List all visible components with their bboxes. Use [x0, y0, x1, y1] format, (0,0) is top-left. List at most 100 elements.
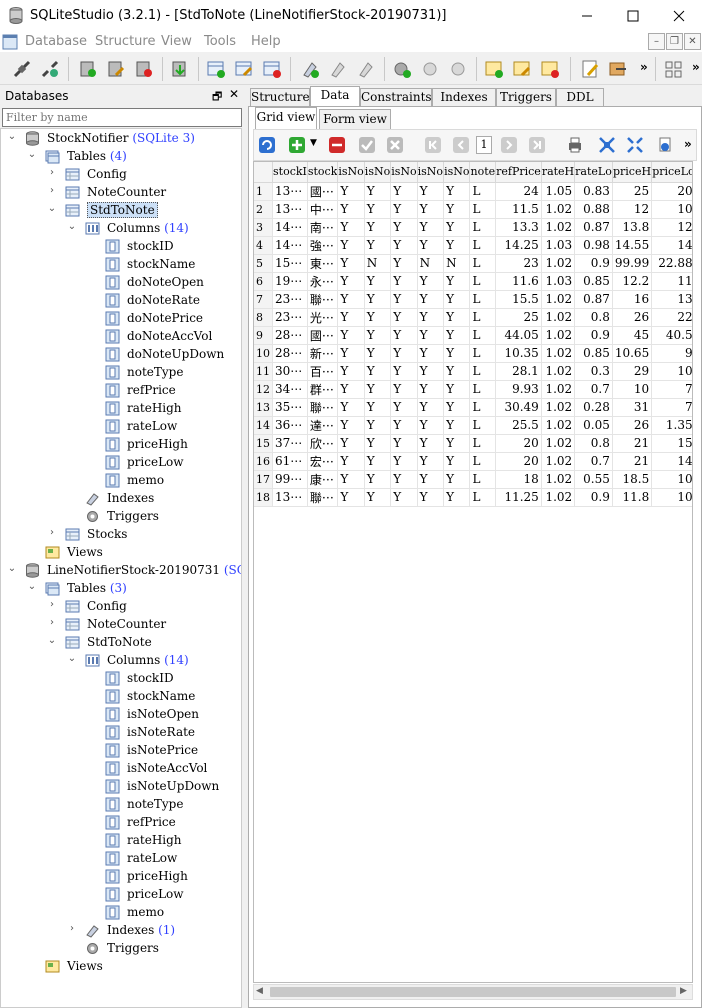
table-cell[interactable]: 12	[612, 200, 653, 219]
table-cell[interactable]: 10.35	[495, 344, 542, 363]
table-row[interactable]: 15 37⋯ 欣⋯ Y Y Y Y Y L 20 1.02 0.8 21 15	[254, 434, 692, 453]
table-cell[interactable]: N	[364, 254, 392, 273]
table-cell[interactable]: 11	[651, 272, 692, 291]
import-icon[interactable]	[170, 59, 190, 79]
tree-item[interactable]: isNoteRate	[1, 723, 241, 741]
mdi-close-button[interactable]: ✕	[684, 33, 701, 50]
tree-item[interactable]: refPrice	[1, 813, 241, 831]
table-cell[interactable]: 30.49	[495, 398, 542, 417]
table-cell[interactable]: 9	[651, 344, 692, 363]
tree-item[interactable]: memo	[1, 471, 241, 489]
filter-data-icon[interactable]	[656, 136, 674, 154]
tab-form-view[interactable]: Form view	[319, 109, 391, 129]
table-cell[interactable]: 強⋯	[307, 236, 339, 255]
table-cell[interactable]: Y	[417, 308, 445, 327]
tree-item[interactable]: rateLow	[1, 417, 241, 435]
table-cell[interactable]: Y	[364, 398, 392, 417]
table-cell[interactable]: 36⋯	[272, 416, 308, 435]
table-cell[interactable]: 宏⋯	[307, 452, 339, 471]
table-cell[interactable]: 15⋯	[272, 254, 308, 273]
table-row[interactable]: 12 34⋯ 群⋯ Y Y Y Y Y L 9.93 1.02 0.7 10 7	[254, 380, 692, 399]
table-cell[interactable]: 0.28	[574, 398, 613, 417]
tree-item[interactable]: ⌄ Columns (14)	[1, 219, 241, 237]
table-cell[interactable]: 1.02	[541, 470, 576, 489]
edit-index-icon[interactable]	[328, 59, 348, 79]
table-cell[interactable]: 99⋯	[272, 470, 308, 489]
table-cell[interactable]: Y	[364, 434, 392, 453]
table-row[interactable]: 18 13⋯ 聯⋯ Y Y Y Y Y L 11.25 1.02 0.9 11.8 10	[254, 488, 692, 507]
menu-database[interactable]: Database	[25, 34, 87, 49]
table-cell[interactable]: Y	[364, 272, 392, 291]
table-cell[interactable]: L	[469, 452, 497, 471]
tree-item[interactable]: stockID	[1, 237, 241, 255]
tree-item[interactable]: Triggers	[1, 507, 241, 525]
horizontal-scrollbar[interactable]: ◀ ▶	[253, 984, 693, 1000]
menu-view[interactable]: View	[161, 34, 192, 49]
table-cell[interactable]: 23⋯	[272, 290, 308, 309]
table-row[interactable]: 3 14⋯ 南⋯ Y Y Y Y Y L 13.3 1.02 0.87 13.8 12	[254, 218, 692, 237]
row-number[interactable]: 11	[254, 362, 273, 381]
table-cell[interactable]: Y	[443, 272, 471, 291]
table-row[interactable]: 14 36⋯ 達⋯ Y Y Y Y Y L 25.5 1.02 0.05 26 1.35	[254, 416, 692, 435]
table-cell[interactable]: 聯⋯	[307, 290, 339, 309]
expand-arrow-icon[interactable]: ›	[47, 528, 57, 538]
table-cell[interactable]: 15	[651, 434, 692, 453]
column-header[interactable]: stock	[307, 162, 339, 183]
table-cell[interactable]: Y	[390, 488, 418, 507]
table-cell[interactable]: 13	[651, 290, 692, 309]
table-cell[interactable]: 達⋯	[307, 416, 339, 435]
insert-dropdown-icon[interactable]: ▼	[310, 138, 317, 148]
table-cell[interactable]: 0.05	[574, 416, 613, 435]
insert-row-icon[interactable]	[288, 136, 306, 154]
table-cell[interactable]: 1.02	[541, 308, 576, 327]
table-cell[interactable]: 0.83	[574, 182, 613, 201]
table-cell[interactable]: Y	[390, 218, 418, 237]
collapse-arrow-icon[interactable]: ⌄	[67, 654, 77, 664]
minimize-button[interactable]	[564, 0, 610, 32]
table-cell[interactable]: Y	[337, 452, 365, 471]
table-cell[interactable]: 南⋯	[307, 218, 339, 237]
row-number[interactable]: 3	[254, 218, 273, 237]
table-cell[interactable]: 13.3	[495, 218, 542, 237]
collapse-arrow-icon[interactable]: ⌄	[27, 582, 37, 592]
table-cell[interactable]: 永⋯	[307, 272, 339, 291]
table-cell[interactable]: 1.02	[541, 488, 576, 507]
row-number[interactable]: 9	[254, 326, 273, 345]
tree-item[interactable]: doNoteAccVol	[1, 327, 241, 345]
table-cell[interactable]: 1.03	[541, 272, 576, 291]
table-cell[interactable]: L	[469, 200, 497, 219]
table-cell[interactable]: 9.93	[495, 380, 542, 399]
column-header[interactable]: rateLo	[574, 162, 613, 183]
table-cell[interactable]: Y	[417, 488, 445, 507]
tree-item[interactable]: ⌄ LineNotifierStock-20190731 (SQLite 3)	[1, 561, 241, 579]
table-cell[interactable]: 光⋯	[307, 308, 339, 327]
table-cell[interactable]: Y	[337, 308, 365, 327]
table-cell[interactable]: 10	[612, 380, 653, 399]
tree-item[interactable]: ⌄ Tables (4)	[1, 147, 241, 165]
page-number-field[interactable]: 1	[476, 136, 492, 154]
tree-item[interactable]: doNoteUpDown	[1, 345, 241, 363]
window-list-icon[interactable]	[664, 59, 684, 79]
table-cell[interactable]: 百⋯	[307, 362, 339, 381]
table-cell[interactable]: 25	[612, 182, 653, 201]
table-row[interactable]: 2 13⋯ 中⋯ Y Y Y Y Y L 11.5 1.02 0.88 12 10	[254, 200, 692, 219]
maximize-button[interactable]	[610, 0, 656, 32]
table-cell[interactable]: 0.8	[574, 308, 613, 327]
collapse-arrow-icon[interactable]: ⌄	[27, 150, 37, 160]
table-cell[interactable]: L	[469, 290, 497, 309]
column-header[interactable]: stockI	[272, 162, 308, 183]
edit-table-icon[interactable]	[234, 59, 254, 79]
table-cell[interactable]: Y	[364, 182, 392, 201]
toolbar-overflow-icon-2[interactable]: »	[692, 60, 700, 74]
table-cell[interactable]: 23	[495, 254, 542, 273]
table-cell[interactable]: 34⋯	[272, 380, 308, 399]
table-cell[interactable]: Y	[390, 344, 418, 363]
table-cell[interactable]: 1.02	[541, 362, 576, 381]
table-cell[interactable]: 99.99	[612, 254, 653, 273]
tab-indexes[interactable]: Indexes	[432, 88, 496, 106]
table-cell[interactable]: Y	[443, 398, 471, 417]
tab-ddl[interactable]: DDL	[556, 88, 604, 106]
tree-item[interactable]: noteType	[1, 795, 241, 813]
table-cell[interactable]: Y	[337, 398, 365, 417]
tree-item[interactable]: Views	[1, 957, 241, 975]
